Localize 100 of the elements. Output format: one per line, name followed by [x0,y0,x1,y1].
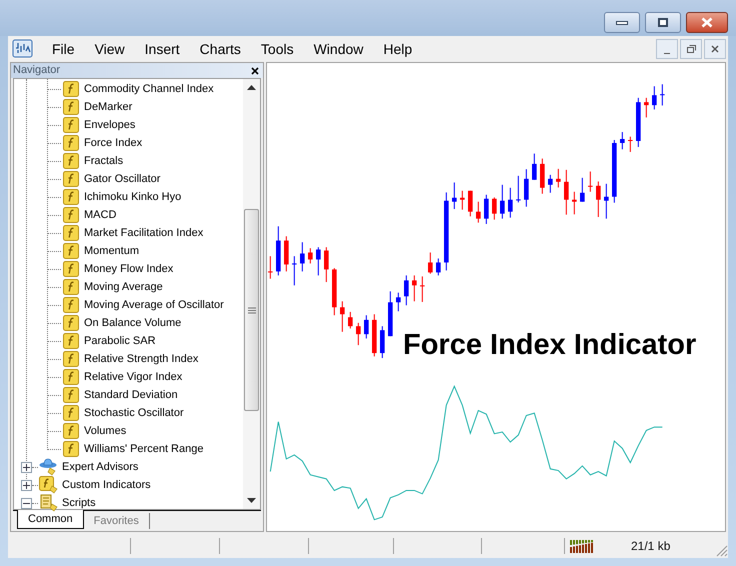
candlestick [284,236,289,272]
close-button[interactable] [686,12,728,33]
tree-item[interactable]: Custom Indicators [62,476,151,494]
tree-item[interactable]: Envelopes [84,116,136,134]
candlestick [500,184,505,220]
candlestick [484,194,489,224]
candlestick [492,196,497,220]
candlestick [404,274,409,306]
collapse-icon[interactable] [21,498,32,508]
candlestick [548,174,553,194]
tree-item[interactable]: Relative Strength Index [84,350,198,368]
menu-item[interactable]: Window [304,38,374,60]
function-icon [63,387,79,403]
function-icon [63,423,79,439]
candlestick [460,190,465,210]
tree-item[interactable]: Ichimoku Kinko Hyo [84,188,182,206]
scroll-icon [39,494,59,512]
candlestick [468,190,473,217]
function-icon [63,153,79,169]
tab[interactable]: Favorites [84,513,150,529]
tree-item[interactable]: Market Facilitation Index [84,224,204,242]
app-icon [12,38,34,60]
candlestick [276,226,281,276]
function-icon [63,405,79,421]
function-icon [63,171,79,187]
scrollbar-thumb[interactable] [244,209,259,411]
tree-item[interactable]: Commodity Channel Index [84,80,214,98]
candlestick [476,201,481,224]
expand-icon[interactable] [21,462,32,472]
candlestick [524,168,529,208]
restore-icon [686,45,696,53]
hat-icon [39,458,59,476]
candlestick [556,168,561,188]
candlestick [516,175,521,203]
menu-item[interactable]: File [42,38,85,60]
candlestick [428,252,433,274]
function-icon [63,243,79,259]
scrollbar[interactable] [243,79,260,509]
candlestick [644,97,649,118]
candlestick [564,169,569,216]
candlestick [508,187,513,218]
close-icon [711,45,719,53]
candlestick [396,292,401,312]
minimize-button[interactable] [604,12,640,33]
up-arrow-icon[interactable] [247,85,256,90]
candlestick [348,311,353,330]
candlestick [356,322,361,346]
candlestick [436,258,441,276]
candlestick [300,242,305,272]
tree-item[interactable]: Standard Deviation [84,386,178,404]
down-arrow-icon[interactable] [247,498,256,503]
candlestick [612,140,617,204]
tree-item[interactable]: Volumes [84,422,126,440]
tree-item[interactable]: Fractals [84,152,124,170]
function-icon [63,207,79,223]
close-icon[interactable] [251,66,259,74]
maximize-button[interactable] [645,12,681,33]
candlestick [412,274,417,302]
candlestick [580,177,585,202]
candlestick [636,97,641,148]
menu-item[interactable]: Charts [190,38,251,60]
function-icon [63,135,79,151]
tree-item[interactable]: MACD [84,206,116,224]
tree-item[interactable]: Money Flow Index [84,260,174,278]
restore-button[interactable] [680,39,702,59]
menu-item[interactable]: Tools [250,38,304,60]
function-icon [63,225,79,241]
function-icon [63,261,79,277]
tree-item[interactable]: Williams' Percent Range [84,440,204,458]
tree-item[interactable]: Force Index [84,134,142,152]
tree-item[interactable]: Moving Average [84,278,163,296]
close-button[interactable] [704,39,726,59]
candlestick [572,191,577,215]
tree-item[interactable]: DeMarker [84,98,132,116]
tree-item[interactable]: Expert Advisors [62,458,138,476]
resize-grip-icon[interactable] [716,545,728,557]
candlestick [372,314,377,357]
tree-item[interactable]: Gator Oscillator [84,170,160,188]
tab[interactable]: Common [17,510,84,529]
tree-item[interactable]: Relative Vigor Index [84,368,182,386]
function-icon [63,369,79,385]
candlestick [604,183,609,220]
menu-item[interactable]: Help [373,38,422,60]
function-icon [63,333,79,349]
candlestick [380,326,385,359]
tree-item[interactable]: On Balance Volume [84,314,182,332]
expand-icon[interactable] [21,480,32,490]
function-icon [63,117,79,133]
candlestick [268,256,273,280]
tree-item[interactable]: Scripts [62,494,96,512]
menu-item[interactable]: Insert [134,38,190,60]
candlestick [316,246,321,276]
function-icon [63,99,79,115]
menu-item[interactable]: View [84,38,135,60]
function-folder-icon [39,476,59,494]
tree-item[interactable]: Parabolic SAR [84,332,156,350]
tree-item[interactable]: Stochastic Oscillator [84,404,184,422]
tree-item[interactable]: Momentum [84,242,140,260]
function-icon [63,81,79,97]
tree-item[interactable]: Moving Average of Oscillator [84,296,224,314]
